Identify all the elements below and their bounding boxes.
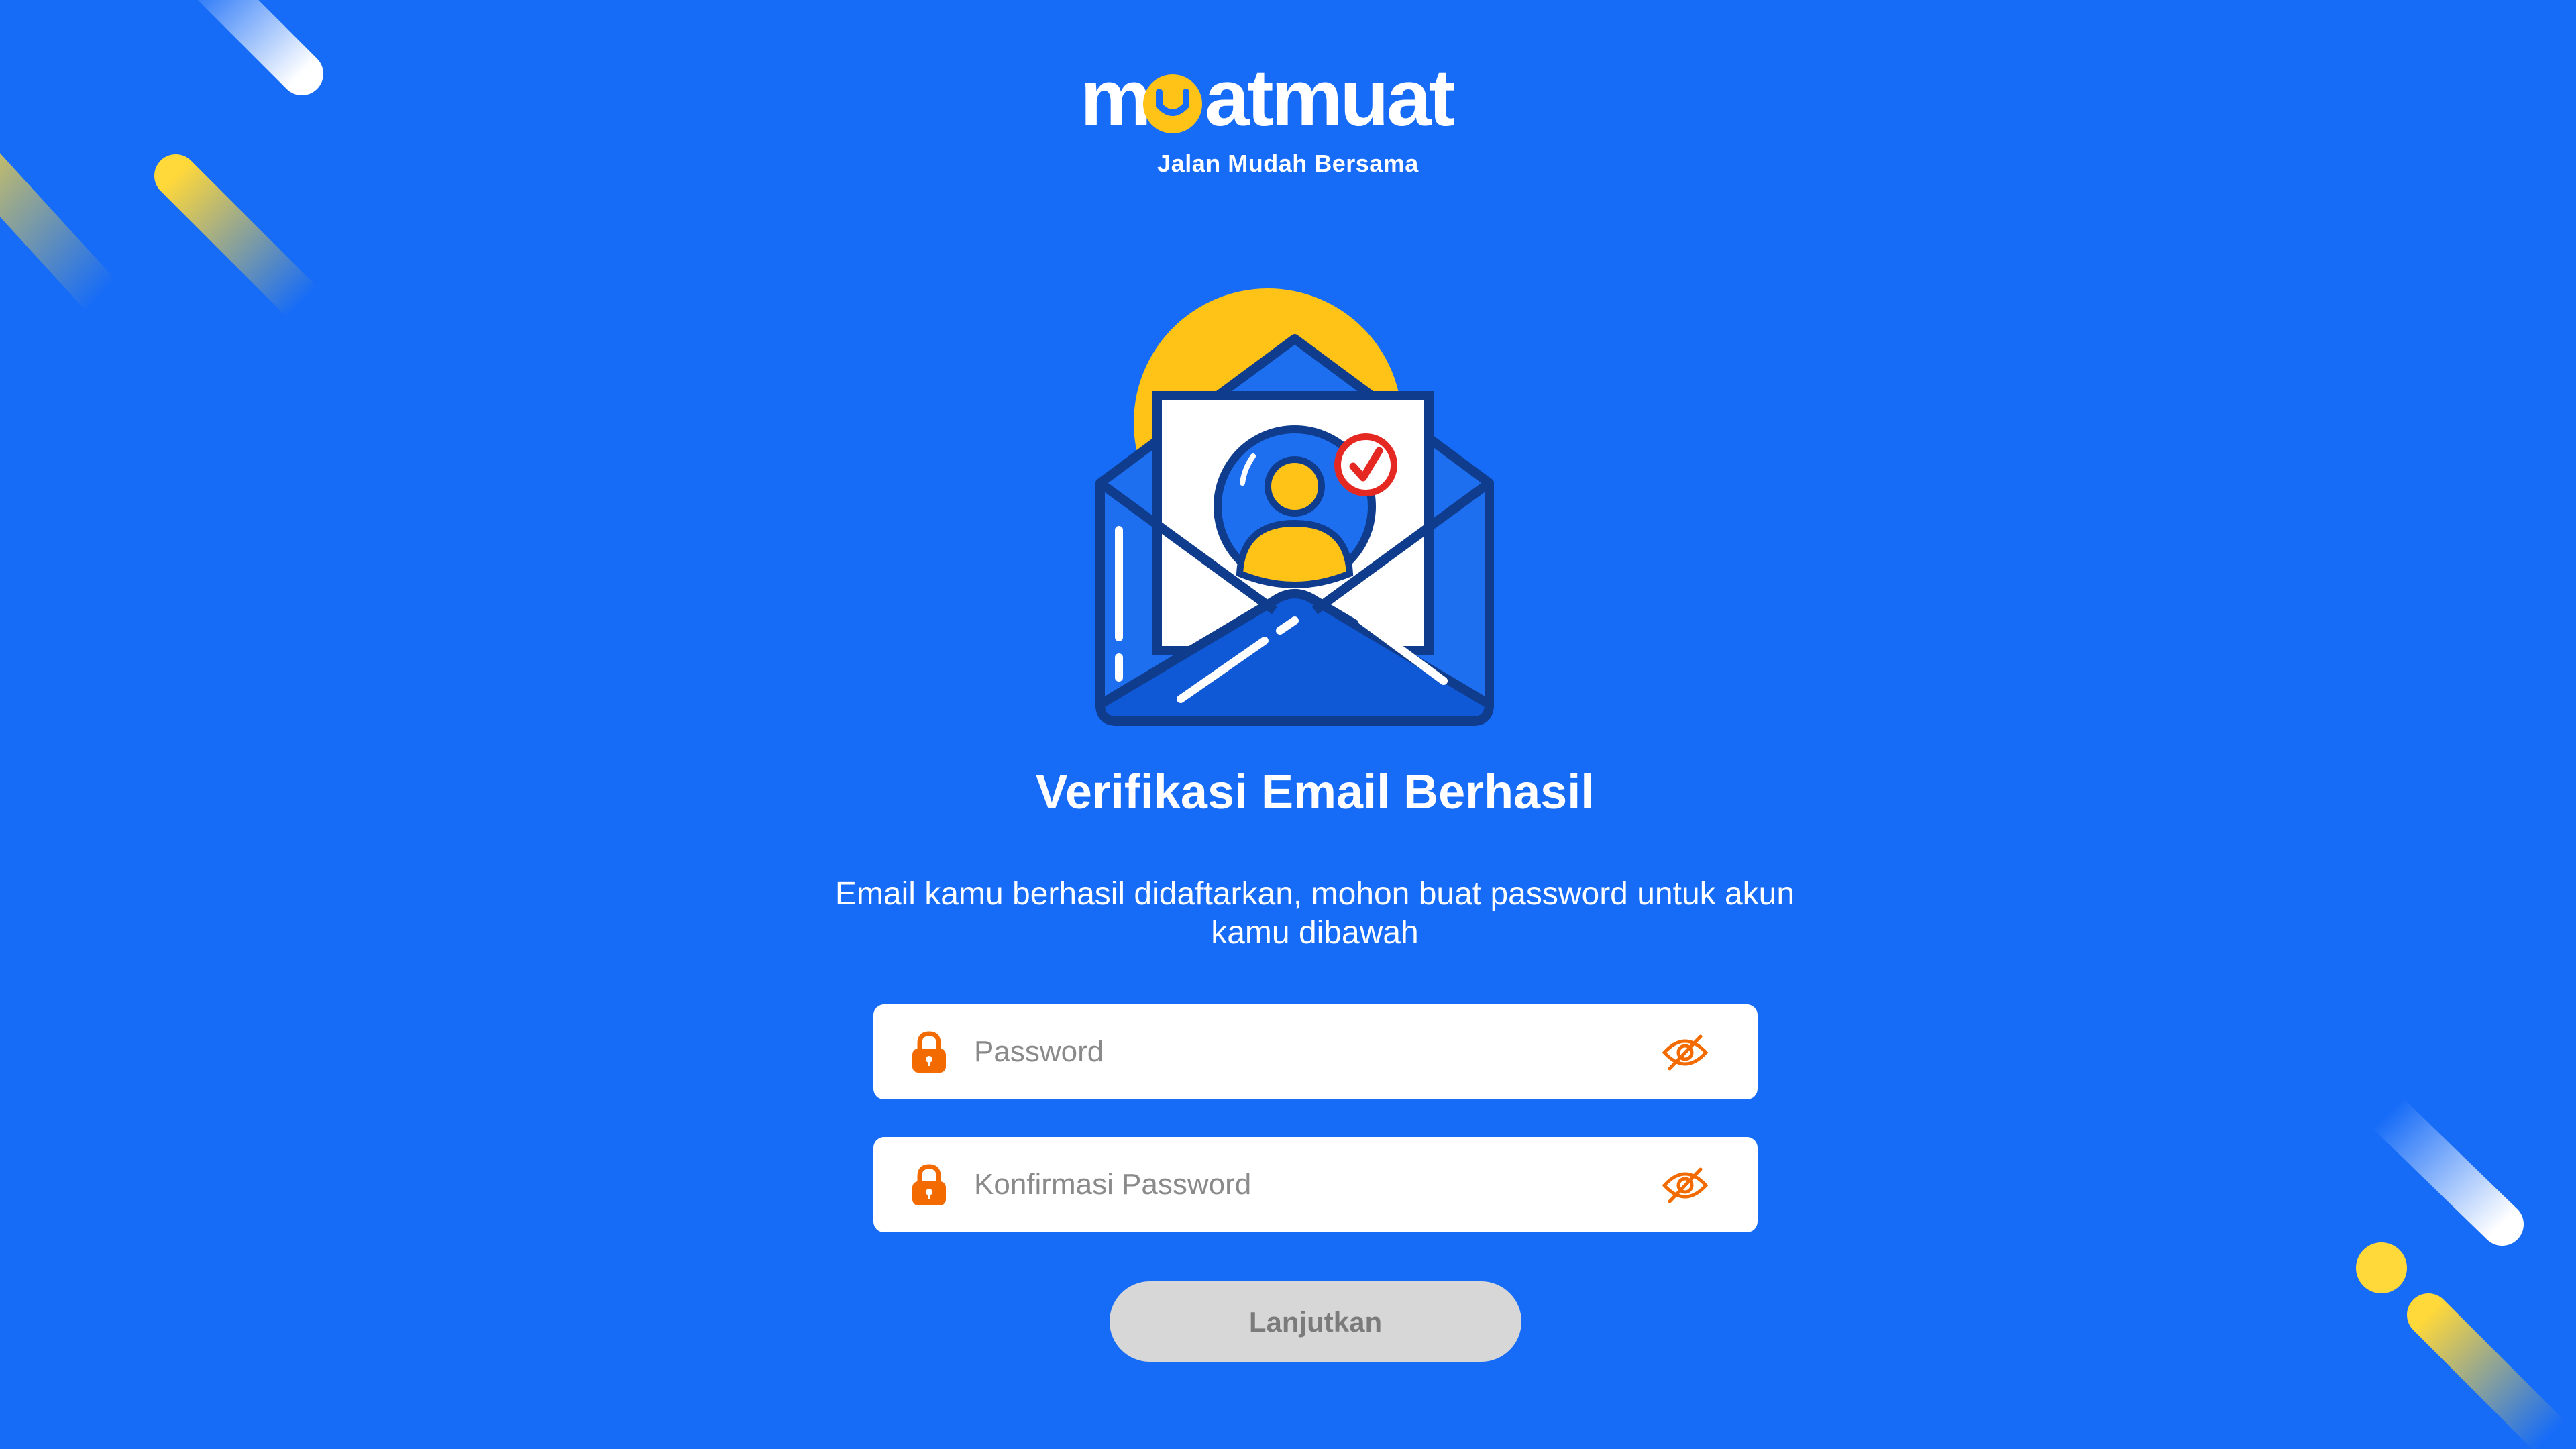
confirm-password-field[interactable] bbox=[873, 1137, 1758, 1232]
instruction-text: Email kamu berhasil didaftarkan, mohon b… bbox=[835, 876, 1795, 951]
lock-icon bbox=[912, 1031, 946, 1073]
lock-icon bbox=[912, 1164, 946, 1205]
brand-logo: m atmuat Jalan Mudah Bersama bbox=[1020, 64, 1556, 184]
bottom-right-stripes bbox=[2356, 1092, 2571, 1449]
page-title: Verifikasi Email Berhasil bbox=[1035, 765, 1595, 819]
eye-slash-icon[interactable] bbox=[1662, 1167, 1709, 1204]
top-left-stripes bbox=[0, 0, 323, 323]
muatmuat-logo-icon: m atmuat bbox=[1080, 64, 1457, 138]
email-verified-icon bbox=[1095, 288, 1494, 726]
svg-text:atmuat: atmuat bbox=[1205, 64, 1454, 138]
confirm-password-input[interactable] bbox=[974, 1156, 1645, 1214]
eye-slash-icon[interactable] bbox=[1662, 1034, 1709, 1071]
continue-button[interactable]: Lanjutkan bbox=[1110, 1281, 1521, 1362]
password-input[interactable] bbox=[974, 1023, 1645, 1081]
password-field[interactable] bbox=[873, 1004, 1758, 1099]
brand-tagline: Jalan Mudah Bersama bbox=[1157, 150, 1419, 177]
svg-text:m: m bbox=[1080, 64, 1149, 138]
